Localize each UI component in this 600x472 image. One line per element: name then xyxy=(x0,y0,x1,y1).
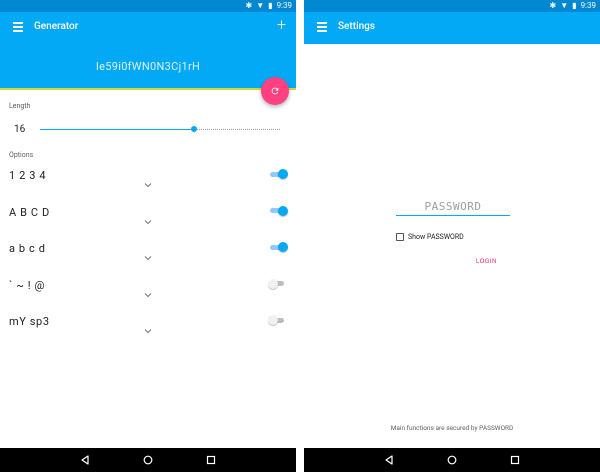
recents-button[interactable] xyxy=(509,454,521,466)
home-button[interactable] xyxy=(142,454,154,466)
screen-divider xyxy=(296,0,304,472)
back-button[interactable] xyxy=(79,454,91,466)
wifi-icon: ▼ xyxy=(256,1,265,10)
option-label: a b c d xyxy=(9,242,46,255)
toggle-thumb[interactable] xyxy=(278,169,288,179)
option-toggle[interactable] xyxy=(268,205,288,216)
slider-track-rest xyxy=(194,128,280,130)
battery-icon: ▮ xyxy=(572,1,577,10)
settings-screen: ✱ ▼ ▮ 9:39 Settings Show PASSWORD LOGIN … xyxy=(304,0,600,472)
options-section-label: Options xyxy=(9,151,34,159)
generated-password[interactable]: Ie59i0fWN0N3Cj1rH xyxy=(0,60,296,73)
slider-thumb[interactable] xyxy=(191,126,197,132)
option-row: 1 2 3 4 xyxy=(0,169,296,205)
recents-button[interactable] xyxy=(205,454,217,466)
chevron-down-icon[interactable] xyxy=(144,255,152,261)
menu-icon[interactable] xyxy=(317,22,327,32)
chevron-down-icon[interactable] xyxy=(144,328,152,334)
navigation-bar xyxy=(0,448,296,472)
footer-note: Main functions are secured by PASSWORD xyxy=(390,424,514,432)
navigation-bar xyxy=(304,448,600,472)
status-bar: ✱ ▼ ▮ 9:39 xyxy=(304,0,600,12)
bluetooth-icon: ✱ xyxy=(549,1,557,10)
app-bar: Settings xyxy=(304,12,600,44)
length-slider[interactable] xyxy=(40,125,280,133)
option-label: 1 2 3 4 xyxy=(9,169,47,182)
status-bar: ✱ ▼ ▮ 9:39 xyxy=(0,0,296,12)
status-time: 9:39 xyxy=(580,1,596,10)
option-toggle[interactable] xyxy=(268,315,288,325)
app-bar: Generator + xyxy=(0,12,296,44)
generated-password-header: Ie59i0fWN0N3Cj1rH xyxy=(0,44,296,88)
generator-screen: ✱ ▼ ▮ 9:39 Generator + Ie59i0fWN0N3Cj1rH… xyxy=(0,0,296,472)
option-toggle[interactable] xyxy=(268,278,288,289)
chevron-down-icon[interactable] xyxy=(144,219,152,225)
slider-track-active xyxy=(40,128,194,130)
wifi-icon: ▼ xyxy=(560,1,569,10)
back-button[interactable] xyxy=(383,454,395,466)
toggle-thumb[interactable] xyxy=(268,278,278,289)
option-row: mY sp3 xyxy=(0,315,296,351)
length-section-label: Length xyxy=(9,102,31,110)
add-button[interactable]: + xyxy=(277,17,286,33)
option-label: ` ~ ! @ xyxy=(9,278,45,292)
option-row: a b c d xyxy=(0,242,296,278)
show-password-checkbox[interactable]: Show PASSWORD xyxy=(396,233,464,241)
toggle-thumb[interactable] xyxy=(268,315,278,325)
option-toggle[interactable] xyxy=(268,242,288,252)
menu-icon[interactable] xyxy=(13,22,23,32)
back-icon xyxy=(81,455,89,465)
checkbox-box[interactable] xyxy=(396,233,404,241)
home-icon xyxy=(447,455,457,465)
status-time: 9:39 xyxy=(276,1,292,10)
option-row: ` ~ ! @ xyxy=(0,278,296,315)
password-input[interactable] xyxy=(396,198,510,216)
bluetooth-icon: ✱ xyxy=(245,1,253,10)
home-button[interactable] xyxy=(446,454,458,466)
chevron-down-icon[interactable] xyxy=(144,292,152,298)
app-bar-title: Settings xyxy=(338,21,376,32)
header-accent-line xyxy=(0,88,296,90)
toggle-thumb[interactable] xyxy=(278,242,288,252)
show-password-label: Show PASSWORD xyxy=(408,233,464,241)
option-row: A B C D xyxy=(0,205,296,242)
refresh-button[interactable] xyxy=(261,77,289,105)
option-label: A B C D xyxy=(9,205,50,219)
recents-icon xyxy=(206,455,216,465)
app-bar-title: Generator xyxy=(34,21,79,32)
length-value: 16 xyxy=(14,124,26,135)
toggle-thumb[interactable] xyxy=(278,205,288,216)
recents-icon xyxy=(510,455,520,465)
home-icon xyxy=(143,455,153,465)
option-label: mY sp3 xyxy=(9,315,50,328)
login-button[interactable]: LOGIN xyxy=(476,259,497,265)
option-toggle[interactable] xyxy=(268,169,288,179)
back-icon xyxy=(385,455,393,465)
refresh-icon xyxy=(271,87,279,95)
battery-icon: ▮ xyxy=(268,1,273,10)
chevron-down-icon[interactable] xyxy=(144,182,152,188)
